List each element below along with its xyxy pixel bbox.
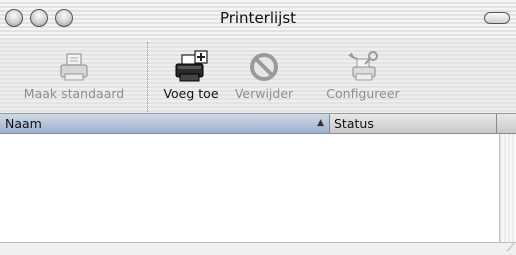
remove-printer-label: Verwijder (234, 86, 294, 101)
column-header-status[interactable]: Status (331, 114, 374, 133)
sort-ascending-icon: ▲ (317, 118, 324, 128)
printer-add-icon (158, 48, 224, 86)
remove-printer-button[interactable]: Verwijder (228, 48, 300, 101)
vertical-scrollbar[interactable] (499, 134, 516, 242)
column-header-spacer (496, 114, 516, 133)
column-header-name-label: Naam (5, 116, 42, 131)
add-printer-button[interactable]: Voeg toe (158, 48, 224, 101)
configure-printer-label: Configureer (326, 86, 400, 101)
list-header: Naam ▲ Status (0, 114, 516, 134)
prohibited-icon (228, 48, 300, 86)
add-printer-label: Voeg toe (163, 86, 219, 101)
toolbar-toggle-button[interactable] (484, 12, 510, 24)
configure-printer-button[interactable]: Configureer (318, 48, 408, 101)
toolbar: Maak standaard Voeg toe Verwijder Config… (0, 40, 516, 114)
window-title: Printerlijst (219, 9, 297, 27)
printer-list-window: Printerlijst Maak standaard Voeg toe Ver… (0, 0, 516, 255)
printer-tools-icon (318, 48, 408, 86)
title-bar[interactable]: Printerlijst (0, 0, 516, 40)
resize-grip-icon[interactable]: ⟋ (507, 243, 514, 254)
window-bottom-bar: ⟋ (0, 242, 516, 255)
printer-icon (18, 48, 130, 86)
make-default-label: Maak standaard (23, 86, 125, 101)
toolbar-separator (147, 42, 148, 112)
make-default-button[interactable]: Maak standaard (18, 48, 130, 101)
printer-list[interactable] (0, 134, 499, 242)
column-header-name[interactable]: Naam ▲ (0, 114, 330, 133)
